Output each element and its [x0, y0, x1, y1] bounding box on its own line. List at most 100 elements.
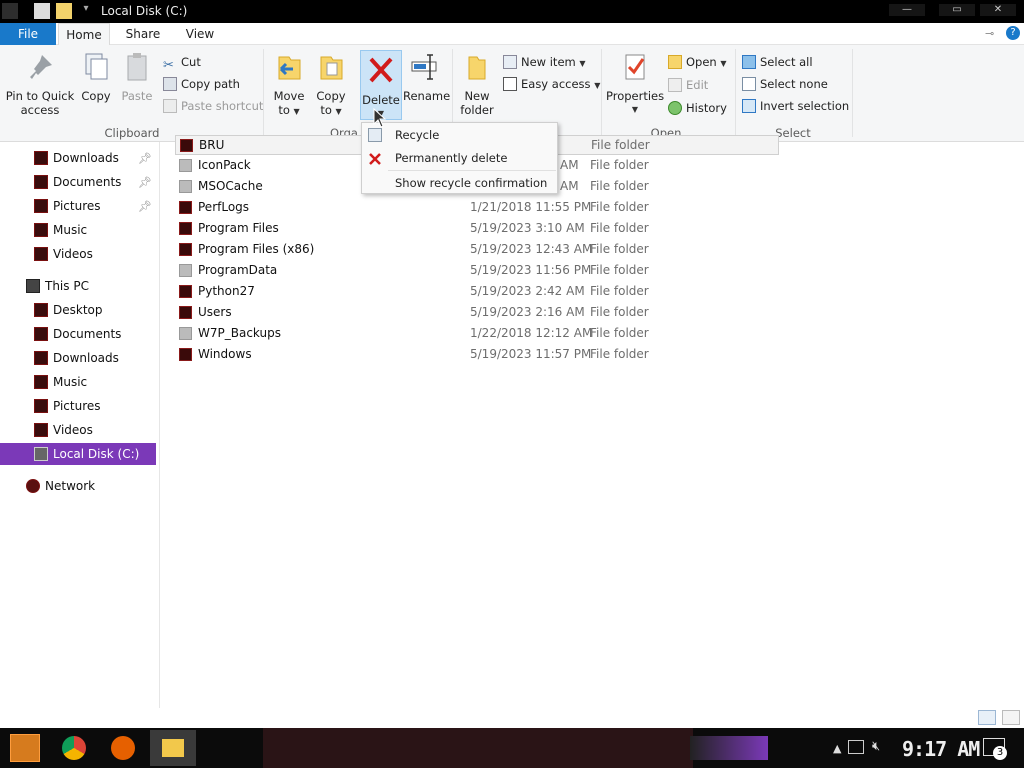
pin-to-quick-access-button[interactable]: Pin to Quick access	[4, 51, 76, 117]
file-name: Program Files (x86)	[198, 242, 315, 256]
table-row[interactable]: PerfLogs 1/21/2018 11:55 PM File folder	[175, 197, 775, 218]
select-all-button[interactable]: Select all	[742, 53, 813, 71]
nav-item-quick-documents[interactable]: Documents 📌︎	[0, 171, 156, 193]
file-name: PerfLogs	[198, 200, 250, 214]
chevron-down-icon: ▼	[335, 107, 342, 116]
maximize-button[interactable]: ▭	[939, 4, 975, 16]
copy-to-label-2: to	[320, 103, 332, 117]
copy-path-icon	[163, 77, 177, 91]
history-button[interactable]: History	[668, 99, 727, 117]
paste-button[interactable]: Paste	[118, 51, 156, 103]
music-folder-icon	[34, 375, 48, 389]
folder-icon	[179, 306, 192, 319]
select-all-icon	[742, 55, 756, 69]
chrome-icon[interactable]	[62, 736, 86, 760]
menu-item-recycle[interactable]: Recycle	[362, 124, 557, 146]
table-row[interactable]: Windows 5/19/2023 11:57 PM File folder	[175, 344, 775, 365]
file-date: AM	[560, 158, 579, 172]
close-button[interactable]: ✕	[980, 4, 1016, 16]
file-explorer-taskbar-button[interactable]	[150, 730, 196, 766]
new-item-button[interactable]: New item ▼	[503, 53, 586, 71]
details-view-icon[interactable]	[978, 710, 996, 725]
pin-icon[interactable]: 📌︎	[138, 148, 152, 170]
app-icon[interactable]	[2, 3, 18, 19]
file-name: Users	[198, 305, 232, 319]
nav-item-this-pc[interactable]: This PC	[0, 275, 156, 297]
table-row[interactable]: Python27 5/19/2023 2:42 AM File folder	[175, 281, 775, 302]
nav-item-pictures[interactable]: Pictures	[0, 395, 156, 417]
easy-access-button[interactable]: Easy access ▼	[503, 75, 600, 93]
menu-item-show-recycle-confirmation[interactable]: Show recycle confirmation	[362, 172, 557, 194]
copy-path-button[interactable]: Copy path	[163, 75, 240, 93]
notification-center-icon[interactable]: 3	[983, 738, 1007, 760]
pin-icon[interactable]: 📌︎	[138, 196, 152, 218]
table-row[interactable]: Program Files (x86) 5/19/2023 12:43 AM F…	[175, 239, 775, 260]
paste-icon	[121, 51, 153, 83]
tab-file[interactable]: File	[0, 23, 56, 45]
nav-item-desktop[interactable]: Desktop	[0, 299, 156, 321]
menu-item-permanently-delete[interactable]: Permanently delete	[362, 147, 557, 169]
nav-item-quick-downloads[interactable]: Downloads 📌︎	[0, 147, 156, 169]
title-bar[interactable]: ▾ Local Disk (C:) — ▭ ✕	[0, 0, 1024, 23]
rename-button[interactable]: Rename	[403, 51, 450, 103]
copy-to-button[interactable]: Copy to ▼	[312, 51, 350, 119]
file-type: File folder	[590, 305, 649, 319]
table-row[interactable]: W7P_Backups 1/22/2018 12:12 AM File fold…	[175, 323, 775, 344]
move-to-button[interactable]: Move to ▼	[270, 51, 308, 119]
chevron-down-icon: ▼	[720, 59, 727, 68]
nav-item-network[interactable]: Network	[0, 475, 156, 497]
nav-item-local-disk[interactable]: Local Disk (C:)	[0, 443, 156, 465]
videos-folder-icon	[34, 423, 48, 437]
nav-item-downloads[interactable]: Downloads	[0, 347, 156, 369]
new-folder-quick-icon[interactable]	[56, 3, 72, 19]
pin-label-1: Pin to Quick	[5, 89, 75, 103]
start-button[interactable]	[10, 734, 40, 762]
invert-selection-button[interactable]: Invert selection	[742, 97, 849, 115]
properties-quick-icon[interactable]	[34, 3, 50, 19]
nav-item-quick-videos[interactable]: Videos	[0, 243, 156, 265]
copy-button[interactable]: Copy	[78, 51, 114, 103]
paste-shortcut-button[interactable]: Paste shortcut	[163, 97, 263, 115]
open-folder-icon	[668, 55, 682, 69]
tab-view[interactable]: View	[176, 23, 224, 45]
edit-button[interactable]: Edit	[668, 76, 708, 94]
nav-item-music[interactable]: Music	[0, 371, 156, 393]
nav-label: Pictures	[53, 199, 101, 213]
open-button[interactable]: Open ▼	[668, 53, 727, 71]
pin-ribbon-icon[interactable]: ⊸	[985, 27, 994, 40]
properties-button[interactable]: Properties ▼	[606, 51, 664, 117]
table-row[interactable]: Users 5/19/2023 2:16 AM File folder	[175, 302, 775, 323]
file-type: File folder	[590, 179, 649, 193]
file-name: Python27	[198, 284, 255, 298]
volume-icon[interactable]: 🔇︎	[872, 739, 880, 754]
pin-icon[interactable]: 📌︎	[138, 172, 152, 194]
nav-item-quick-pictures[interactable]: Pictures 📌︎	[0, 195, 156, 217]
help-icon[interactable]: ?	[1006, 26, 1020, 40]
nav-item-videos[interactable]: Videos	[0, 419, 156, 441]
history-label: History	[686, 101, 727, 115]
folder-icon	[179, 327, 192, 340]
network-tray-icon[interactable]	[848, 740, 864, 754]
chevron-down-icon[interactable]: ▾	[78, 3, 94, 19]
tab-share[interactable]: Share	[114, 23, 172, 45]
minimize-button[interactable]: —	[889, 4, 925, 16]
tab-home[interactable]: Home	[58, 23, 110, 46]
chevron-up-icon[interactable]: ▲	[833, 742, 841, 755]
edit-icon	[668, 78, 682, 92]
table-row[interactable]: Program Files 5/19/2023 3:10 AM File fol…	[175, 218, 775, 239]
file-type: File folder	[590, 347, 649, 361]
table-row[interactable]: ProgramData 5/19/2023 11:56 PM File fold…	[175, 260, 775, 281]
move-to-icon	[273, 51, 305, 83]
firefox-icon[interactable]	[111, 736, 135, 760]
nav-item-documents[interactable]: Documents	[0, 323, 156, 345]
delete-x-icon	[365, 55, 397, 87]
network-icon	[26, 479, 40, 493]
new-folder-button[interactable]: New folder	[458, 51, 496, 117]
clock[interactable]: 9:17 AM	[902, 737, 980, 761]
select-none-button[interactable]: Select none	[742, 75, 828, 93]
delete-x-icon	[368, 151, 382, 165]
cut-button[interactable]: ✂ Cut	[163, 53, 201, 73]
nav-item-quick-music[interactable]: Music	[0, 219, 156, 241]
large-icons-view-icon[interactable]	[1002, 710, 1020, 725]
nav-label: Music	[53, 223, 88, 237]
